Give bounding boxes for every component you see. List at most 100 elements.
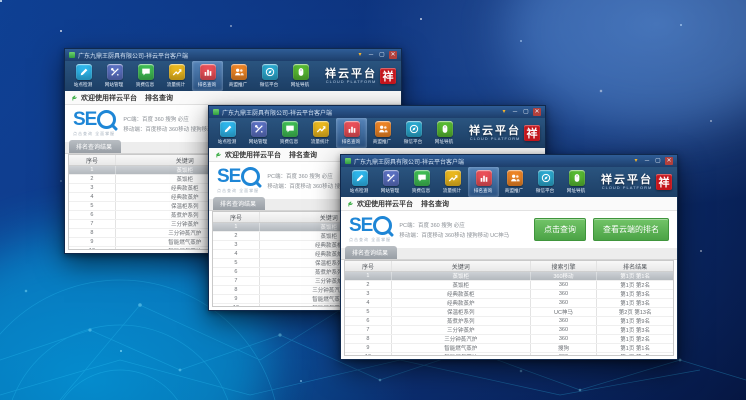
brand-area: 祥云平台 CLOUD PLATFORM 祥 <box>325 61 398 91</box>
tab-strip: 排名查询结果 <box>341 248 677 260</box>
table-row[interactable]: 8 三分钟蒸汽炉 360 第1页 第2名 <box>345 335 673 344</box>
toolbar-item-compass[interactable]: 微信平台 <box>530 167 561 197</box>
window-title: 广东九鼎王厨具有限公司-祥云平台客户端 <box>222 108 497 117</box>
brand-name: 祥云平台 <box>469 125 521 136</box>
tab-ranking-results[interactable]: 排名查询结果 <box>345 246 397 259</box>
welcome-text: 欢迎使用祥云平台 <box>81 93 137 103</box>
skin-button[interactable]: ▾ <box>356 51 364 59</box>
toolbar-item-pencil[interactable]: 站点检测 <box>344 167 375 197</box>
welcome-text: 欢迎使用祥云平台 <box>225 150 281 160</box>
toolbar-item-line-chart[interactable]: 流量统计 <box>305 118 336 148</box>
window-titlebar[interactable]: 广东九鼎王厨具有限公司-祥云平台客户端 ▾ ─ ▢ ✕ <box>341 155 677 167</box>
tab-ranking-results[interactable]: 排名查询结果 <box>69 140 121 153</box>
cell-keyword: 智能燃气蒸炉 <box>392 344 531 352</box>
cloud-rank-button[interactable]: 查看云端的排名 <box>593 218 669 241</box>
cell-no: 3 <box>213 241 260 249</box>
seo-logo: SE 点击查询 全面掌握 <box>349 216 392 243</box>
minimize-button[interactable]: ─ <box>643 157 651 165</box>
toolbar-item-users[interactable]: 商盟推广 <box>223 61 254 91</box>
toolbar-item-mouse[interactable]: 网址导航 <box>561 167 592 197</box>
welcome-section-label: 排名查询 <box>289 150 317 160</box>
brand-name: 祥云平台 <box>325 68 377 79</box>
table-row[interactable]: 5 保温柜系列 UC神马 第2页 第13名 <box>345 308 673 317</box>
cell-no: 8 <box>213 286 260 294</box>
brand-area: 祥云平台 CLOUD PLATFORM 祥 <box>601 167 674 197</box>
close-button[interactable]: ✕ <box>389 51 397 59</box>
tools-icon <box>107 64 123 80</box>
compass-icon <box>406 121 422 137</box>
skin-button[interactable]: ▾ <box>632 157 640 165</box>
cell-result: 第1页 第1名 <box>597 344 673 352</box>
maximize-button[interactable]: ▢ <box>522 108 530 116</box>
header-no: 序号 <box>213 212 260 222</box>
tools-icon <box>383 170 399 186</box>
toolbar-item-tools[interactable]: 网站管理 <box>99 61 130 91</box>
brand-area: 祥云平台 CLOUD PLATFORM 祥 <box>469 118 542 148</box>
line-chart-icon <box>445 170 461 186</box>
toolbar-items: 站点检测 网站管理 资费信息 流量统计 排名查询 商盟推广 微信平台 网址导航 <box>212 118 460 148</box>
cell-no: 5 <box>69 202 116 210</box>
toolbar-item-chat[interactable]: 资费信息 <box>406 167 437 197</box>
table-row[interactable]: 9 智能燃气蒸炉 搜狗 第1页 第1名 <box>345 344 673 353</box>
toolbar-item-label: 商盟推广 <box>373 138 391 144</box>
toolbar-item-label: 网址导航 <box>567 187 585 193</box>
table-row[interactable]: 2 蒸饭柜 360 第1页 第2名 <box>345 281 673 290</box>
toolbar-item-compass[interactable]: 微信平台 <box>254 61 285 91</box>
seo-tagline: 点击查询 全面掌握 <box>73 131 115 137</box>
toolbar-item-pencil[interactable]: 站点检测 <box>212 118 243 148</box>
window-controls: ▾ ─ ▢ ✕ <box>632 157 673 165</box>
toolbar-item-chat[interactable]: 资费信息 <box>130 61 161 91</box>
magnifier-icon <box>373 216 392 235</box>
header-result: 排名结果 <box>597 261 673 271</box>
toolbar-item-tools[interactable]: 网站管理 <box>243 118 274 148</box>
header-engine: 搜索引擎 <box>531 261 598 271</box>
cell-no: 6 <box>213 268 260 276</box>
table-row[interactable]: 10 智能燃气蒸炉 360 第1页 第1名 <box>345 353 673 356</box>
skin-button[interactable]: ▾ <box>500 108 508 116</box>
maximize-button[interactable]: ▢ <box>654 157 662 165</box>
toolbar-item-pencil[interactable]: 站点检测 <box>68 61 99 91</box>
cell-no: 2 <box>213 232 260 240</box>
toolbar-item-users[interactable]: 商盟推广 <box>367 118 398 148</box>
brand-subtitle: CLOUD PLATFORM <box>326 80 377 84</box>
minimize-button[interactable]: ─ <box>511 108 519 116</box>
cell-engine: 360 <box>531 326 598 334</box>
toolbar-item-bar-chart[interactable]: 排名查询 <box>336 118 367 148</box>
query-button[interactable]: 点击查询 <box>534 218 586 241</box>
desktop-background: 广东九鼎王厨具有限公司-祥云平台客户端 ▾ ─ ▢ ✕ 站点检测 网站管理 资费… <box>0 0 746 400</box>
brand-subtitle: CLOUD PLATFORM <box>470 137 521 141</box>
header-no: 序号 <box>345 261 392 271</box>
window-titlebar[interactable]: 广东九鼎王厨具有限公司-祥云平台客户端 ▾ ─ ▢ ✕ <box>209 106 545 118</box>
toolbar-item-label: 流量统计 <box>443 187 461 193</box>
cell-no: 9 <box>345 344 392 352</box>
table-row[interactable]: 4 经典款蒸炉 360 第1页 第3名 <box>345 299 673 308</box>
maximize-button[interactable]: ▢ <box>378 51 386 59</box>
table-row[interactable]: 3 经典款蒸柜 360 第1页 第3名 <box>345 290 673 299</box>
close-button[interactable]: ✕ <box>665 157 673 165</box>
toolbar-item-bar-chart[interactable]: 排名查询 <box>192 61 223 91</box>
toolbar-item-line-chart[interactable]: 流量统计 <box>437 167 468 197</box>
seo-tagline: 点击查询 全面掌握 <box>349 237 391 243</box>
toolbar-item-tools[interactable]: 网站管理 <box>375 167 406 197</box>
cell-keyword: 三分钟蒸汽炉 <box>392 335 531 343</box>
window-titlebar[interactable]: 广东九鼎王厨具有限公司-祥云平台客户端 ▾ ─ ▢ ✕ <box>65 49 401 61</box>
toolbar-item-mouse[interactable]: 网址导航 <box>285 61 316 91</box>
toolbar-item-users[interactable]: 商盟推广 <box>499 167 530 197</box>
minimize-button[interactable]: ─ <box>367 51 375 59</box>
close-button[interactable]: ✕ <box>533 108 541 116</box>
toolbar-item-chat[interactable]: 资费信息 <box>274 118 305 148</box>
tab-ranking-results[interactable]: 排名查询结果 <box>213 197 265 210</box>
table-row[interactable]: 7 三分钟蒸炉 360 第1页 第3名 <box>345 326 673 335</box>
welcome-section-label: 排名查询 <box>421 199 449 209</box>
toolbar-item-label: 排名查询 <box>342 138 360 144</box>
toolbar-item-compass[interactable]: 微信平台 <box>398 118 429 148</box>
users-icon <box>231 64 247 80</box>
toolbar-item-line-chart[interactable]: 流量统计 <box>161 61 192 91</box>
cell-no: 4 <box>345 299 392 307</box>
toolbar-item-bar-chart[interactable]: 排名查询 <box>468 167 499 197</box>
table-row[interactable]: 1 蒸饭柜 360移动 第1页 第1名 <box>345 272 673 281</box>
table-row[interactable]: 6 蒸煮炉系列 360 第1页 第9名 <box>345 317 673 326</box>
pencil-icon <box>76 64 92 80</box>
toolbar-item-mouse[interactable]: 网址导航 <box>429 118 460 148</box>
results-table: 序号 关键词 搜索引擎 排名结果 1 蒸饭柜 360移动 第1页 第1名 2 蒸… <box>344 260 674 356</box>
